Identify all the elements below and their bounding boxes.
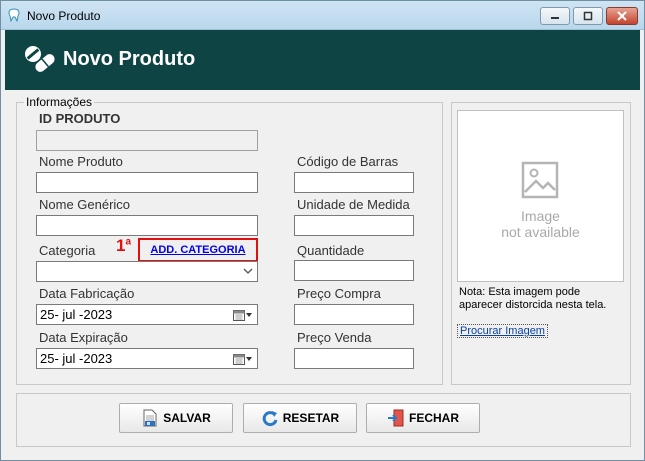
close-icon [617,11,627,21]
data-expiracao-calendar-button[interactable] [233,351,255,366]
title-bar[interactable]: Novo Produto [1,1,644,30]
image-placeholder-icon [521,161,559,199]
chevron-down-icon [243,268,253,274]
resetar-button[interactable]: RESETAR [243,403,357,433]
dropdown-arrow-icon [246,312,252,317]
product-image: Image not available [457,110,624,282]
close-button[interactable] [606,7,638,25]
fechar-label: FECHAR [409,411,459,425]
add-categoria-highlight: ADD. CATEGORIA [138,238,258,262]
group-legend: Informações [24,95,95,109]
nome-produto-label: Nome Produto [39,154,123,169]
calendar-icon [233,309,245,321]
quantidade-input[interactable] [294,260,414,281]
app-window: Novo Produto Novo Produto Informações ID… [0,0,645,461]
data-fabricacao-picker[interactable]: 25- jul -2023 [36,304,258,325]
refresh-icon [262,411,278,427]
app-tooth-icon [8,8,20,22]
preco-compra-input[interactable] [294,304,414,325]
preco-venda-input[interactable] [294,348,414,369]
data-expiracao-picker[interactable]: 25- jul -2023 [36,348,258,369]
dropdown-arrow-icon [246,356,252,361]
codigo-barras-input[interactable] [294,172,414,193]
data-fabricacao-label: Data Fabricação [39,286,135,301]
exit-door-icon [388,409,404,427]
maximize-icon [583,11,593,21]
annotation-marker: 1a [116,236,132,255]
minimize-button[interactable] [540,7,570,25]
categoria-label: Categoria [39,243,96,258]
id-produto-field [36,130,258,151]
salvar-label: SALVAR [163,411,211,425]
unidade-medida-input[interactable] [294,215,414,236]
page-title: Novo Produto [63,48,196,70]
codigo-barras-label: Código de Barras [297,154,399,169]
unidade-medida-label: Unidade de Medida [297,197,410,212]
data-fabricacao-calendar-button[interactable] [233,307,255,322]
data-expiracao-value: 25- jul -2023 [40,351,113,366]
pills-icon [25,46,55,72]
window-title: Novo Produto [27,9,101,23]
maximize-button[interactable] [573,7,603,25]
preco-venda-label: Preço Venda [297,330,372,345]
quantidade-label: Quantidade [297,243,365,258]
image-placeholder-text: Image not available [501,208,580,240]
nome-generico-input[interactable] [36,215,258,236]
preco-compra-label: Preço Compra [297,286,381,301]
resetar-label: RESETAR [282,411,340,425]
add-categoria-link[interactable]: ADD. CATEGORIA [150,244,245,256]
calendar-icon [233,353,245,365]
minimize-icon [551,17,559,19]
id-produto-label: ID PRODUTO [39,111,121,126]
data-expiracao-label: Data Expiração [39,330,128,345]
salvar-button[interactable]: SALVAR [119,403,233,433]
image-note: Nota: Esta imagem pode aparecer distorci… [459,286,607,311]
save-document-icon [143,409,157,427]
nome-produto-input[interactable] [36,172,258,193]
header-banner: Novo Produto [5,30,640,90]
data-fabricacao-value: 25- jul -2023 [40,307,113,322]
procurar-imagem-link[interactable]: Procurar Imagem [457,324,548,338]
categoria-select[interactable] [36,261,258,282]
nome-generico-label: Nome Genérico [39,197,131,212]
fechar-button[interactable]: FECHAR [366,403,480,433]
